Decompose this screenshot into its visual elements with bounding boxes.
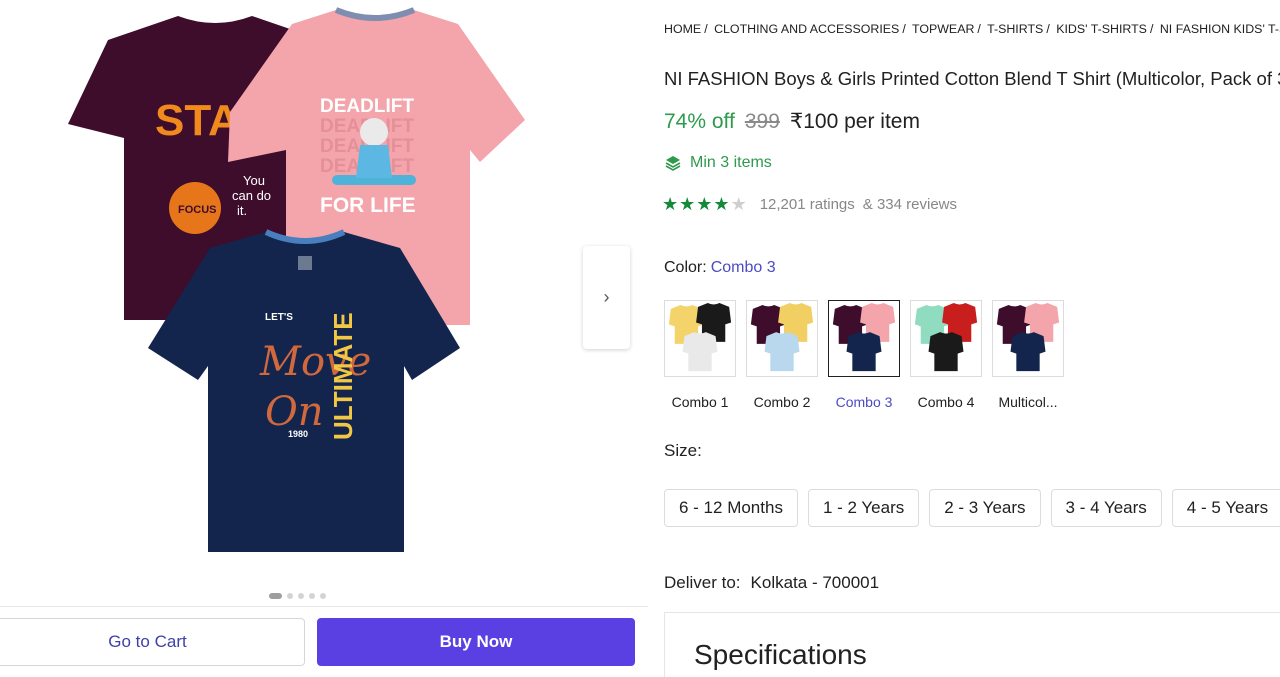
price-row: 74% off 399 ₹100 per item (664, 109, 920, 134)
slide-dot[interactable] (309, 593, 315, 599)
size-option[interactable]: 1 - 2 Years (807, 489, 920, 527)
pink-line-5: FOR LIFE (320, 194, 416, 217)
ball-text: FOCUS (178, 204, 217, 216)
rating-row[interactable]: ★ ★ ★ ★ ★ 12,201 ratings & 334 reviews (662, 194, 957, 215)
navy-line-4: ULTIMATE (328, 312, 358, 440)
breadcrumb-kids-tshirts[interactable]: KIDS' T-SHIRTS (1056, 22, 1147, 36)
maroon-line-1: You (243, 173, 265, 188)
layers-icon (665, 156, 681, 171)
swatch-image (992, 300, 1064, 377)
size-option[interactable]: 4 - 5 Years (1171, 489, 1280, 527)
chevron-right-icon: › (603, 287, 610, 307)
color-option-combo-3[interactable]: Combo 3 (828, 300, 900, 410)
breadcrumb-tshirts[interactable]: T-SHIRTS (987, 22, 1043, 36)
maroon-line-2: can do (232, 188, 271, 203)
breadcrumb-current[interactable]: NI FASHION KIDS' T-SHIRTS (1160, 22, 1280, 36)
star-icon: ★ (679, 194, 697, 214)
swatch-image (746, 300, 818, 377)
next-image-button[interactable]: › (583, 246, 630, 349)
product-title: NI FASHION Boys & Girls Printed Cotton B… (664, 68, 1280, 89)
color-selected-value: Combo 3 (710, 259, 776, 276)
deliver-label: Deliver to: (664, 573, 741, 592)
swatch-label: Combo 3 (835, 394, 893, 410)
buy-now-button[interactable]: Buy Now (317, 618, 635, 666)
star-icon: ★ (713, 194, 731, 214)
min-items-badge: Min 3 items (664, 154, 772, 172)
breadcrumb-topwear[interactable]: TOPWEAR (912, 22, 974, 36)
go-to-cart-button[interactable]: Go to Cart (0, 618, 305, 666)
star-icon: ★ (730, 194, 748, 214)
star-icon: ★ (662, 194, 680, 214)
product-details: HOME / CLOTHING AND ACCESSORIES / TOPWEAR /… (662, 0, 1280, 677)
star-icon: ★ (696, 194, 714, 214)
discount-percent: 74% off (664, 110, 735, 133)
swatch-image (828, 300, 900, 377)
breadcrumb: HOME / CLOTHING AND ACCESSORIES / TOPWEAR /… (664, 22, 1280, 36)
size-options: 6 - 12 Months 1 - 2 Years 2 - 3 Years 3 … (664, 489, 1280, 527)
swatch-label: Combo 4 (917, 394, 975, 410)
breadcrumb-home[interactable]: HOME (664, 22, 701, 36)
maroon-line-3: it. (237, 203, 247, 218)
pink-line-1: DEADLIFT (320, 96, 414, 117)
swatch-label: Multicol... (998, 394, 1058, 410)
color-selector-heading: Color: Combo 3 (664, 259, 776, 277)
product-gallery: STA FOCUS You can do it. DEADLIFT DEADLI… (0, 0, 648, 677)
slide-dot[interactable] (287, 593, 293, 599)
deliver-location-value: Kolkata - 700001 (750, 573, 880, 592)
shirt-navy: LET'S Move On ULTIMATE 1980 (148, 229, 460, 552)
action-bar: Go to Cart Buy Now (0, 606, 648, 677)
navy-line-1: LET'S (265, 312, 293, 323)
size-option[interactable]: 3 - 4 Years (1050, 489, 1162, 527)
color-swatches: Combo 1 Combo 2 Combo 3 Combo 4 Multicol… (664, 300, 1064, 410)
min-items-text: Min 3 items (690, 154, 772, 171)
reviews-count: & 334 reviews (862, 196, 957, 213)
product-image[interactable]: STA FOCUS You can do it. DEADLIFT DEADLI… (60, 0, 540, 585)
slide-dot[interactable] (269, 593, 282, 599)
size-label: Size: (664, 441, 702, 460)
shirt-maroon-print: STA (155, 96, 240, 145)
original-price: 399 (744, 110, 780, 133)
selling-price: ₹100 per item (789, 110, 920, 133)
size-option[interactable]: 6 - 12 Months (664, 489, 798, 527)
ratings-count: 12,201 ratings (759, 196, 855, 213)
slide-indicator (269, 593, 326, 599)
slide-dot[interactable] (320, 593, 326, 599)
specifications-panel: Specifications (664, 612, 1280, 677)
slide-dot[interactable] (298, 593, 304, 599)
rating-stars: ★ ★ ★ ★ ★ (662, 194, 748, 215)
size-option[interactable]: 2 - 3 Years (929, 489, 1041, 527)
swatch-label: Combo 1 (671, 394, 729, 410)
swatch-image (664, 300, 736, 377)
swatch-label: Combo 2 (753, 394, 811, 410)
color-option-combo-1[interactable]: Combo 1 (664, 300, 736, 410)
specifications-title: Specifications (694, 639, 867, 670)
color-option-combo-2[interactable]: Combo 2 (746, 300, 818, 410)
color-option-combo-4[interactable]: Combo 4 (910, 300, 982, 410)
color-label: Color: (664, 259, 707, 276)
breadcrumb-clothing[interactable]: CLOTHING AND ACCESSORIES (714, 22, 899, 36)
delivery-location[interactable]: Deliver to: Kolkata - 700001 (664, 573, 879, 593)
navy-line-5: 1980 (288, 429, 308, 439)
color-option-multicolor[interactable]: Multicol... (992, 300, 1064, 410)
swatch-image (910, 300, 982, 377)
